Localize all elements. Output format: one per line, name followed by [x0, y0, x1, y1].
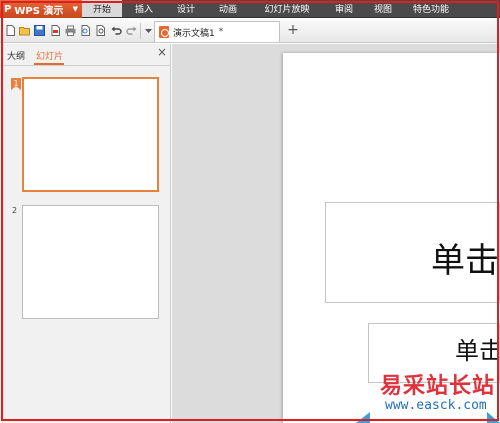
document-tab[interactable]: 演示文稿1 * [154, 21, 280, 42]
tab-slideshow[interactable]: 幻灯片放映 [250, 0, 324, 17]
find-icon[interactable] [95, 25, 106, 36]
app-name: WPS 演示 [14, 5, 64, 17]
tab-design[interactable]: 设计 [166, 0, 206, 17]
print-preview-icon[interactable] [80, 25, 91, 36]
watermark-shape [487, 412, 500, 423]
pdf-export-icon[interactable] [50, 25, 61, 36]
print-icon[interactable] [65, 25, 76, 36]
chevron-down-icon: ▼ [72, 5, 78, 13]
title-placeholder-text: 单击 [431, 241, 499, 281]
menu-bar: P WPS 演示 ▼ 开始 插入 设计 动画 幻灯片放映 审阅 视图 特色功能 [0, 0, 500, 18]
tab-review[interactable]: 审阅 [324, 0, 364, 17]
wps-logo-icon: P [4, 3, 12, 15]
watermark-url: www.easck.com [385, 398, 487, 413]
document-title: 演示文稿1 [173, 28, 215, 39]
tab-outline[interactable]: 大纲 [7, 49, 25, 62]
undo-icon[interactable] [111, 25, 122, 36]
active-tab-indicator [34, 63, 64, 65]
tab-slides[interactable]: 幻灯片 [36, 49, 63, 62]
watermark-text: 易采站长站 [380, 373, 496, 399]
modified-marker: * [218, 27, 224, 37]
tab-view[interactable]: 视图 [364, 0, 402, 17]
app-menu-button[interactable]: P WPS 演示 ▼ [0, 0, 82, 18]
pane-tabs: 大纲 幻灯片 × [0, 44, 171, 66]
slide-thumbnail-2[interactable] [22, 205, 159, 319]
presentation-file-icon [159, 26, 169, 38]
title-placeholder[interactable]: 单击 [325, 202, 500, 303]
save-icon[interactable] [34, 25, 45, 36]
new-tab-button[interactable]: + [286, 23, 300, 37]
watermark-shape [356, 412, 370, 423]
slide-thumbnail-1[interactable] [22, 77, 159, 192]
tab-start[interactable]: 开始 [82, 0, 122, 17]
toolbar-separator [140, 23, 141, 39]
redo-icon[interactable] [126, 25, 137, 36]
slide-number: 2 [12, 206, 18, 215]
tab-animation[interactable]: 动画 [206, 0, 250, 17]
open-folder-icon[interactable] [19, 25, 30, 36]
tab-special-features[interactable]: 特色功能 [402, 0, 460, 17]
subtitle-placeholder-text: 单击 [455, 337, 500, 365]
dropdown-icon[interactable] [143, 25, 154, 36]
close-icon[interactable]: × [157, 45, 167, 59]
new-file-icon[interactable] [5, 25, 16, 36]
tab-insert[interactable]: 插入 [122, 0, 166, 17]
